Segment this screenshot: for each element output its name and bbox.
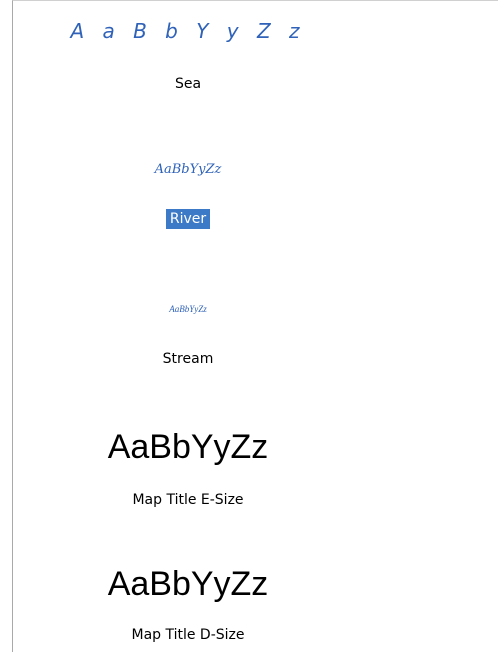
style-sample-preview: AaBbYyZz	[169, 304, 207, 314]
style-sample-preview: A a B b Y y Z z	[70, 19, 306, 43]
style-item-label: Sea	[174, 76, 202, 92]
style-sample-preview: AaBbYyZz	[107, 428, 269, 466]
text-symbol-style-list-panel: A a B b Y y Z z Sea AaBbYyZz River AaBbY…	[12, 0, 498, 652]
style-item-label-selected: River	[13, 209, 363, 229]
style-item-label: Stream	[162, 351, 214, 367]
style-item-label: Map Title E-Size	[132, 492, 244, 508]
style-sample-preview: AaBbYyZz	[107, 565, 269, 603]
style-sample-preview: AaBbYyZz	[154, 162, 222, 177]
style-item-label: Map Title D-Size	[131, 627, 245, 643]
